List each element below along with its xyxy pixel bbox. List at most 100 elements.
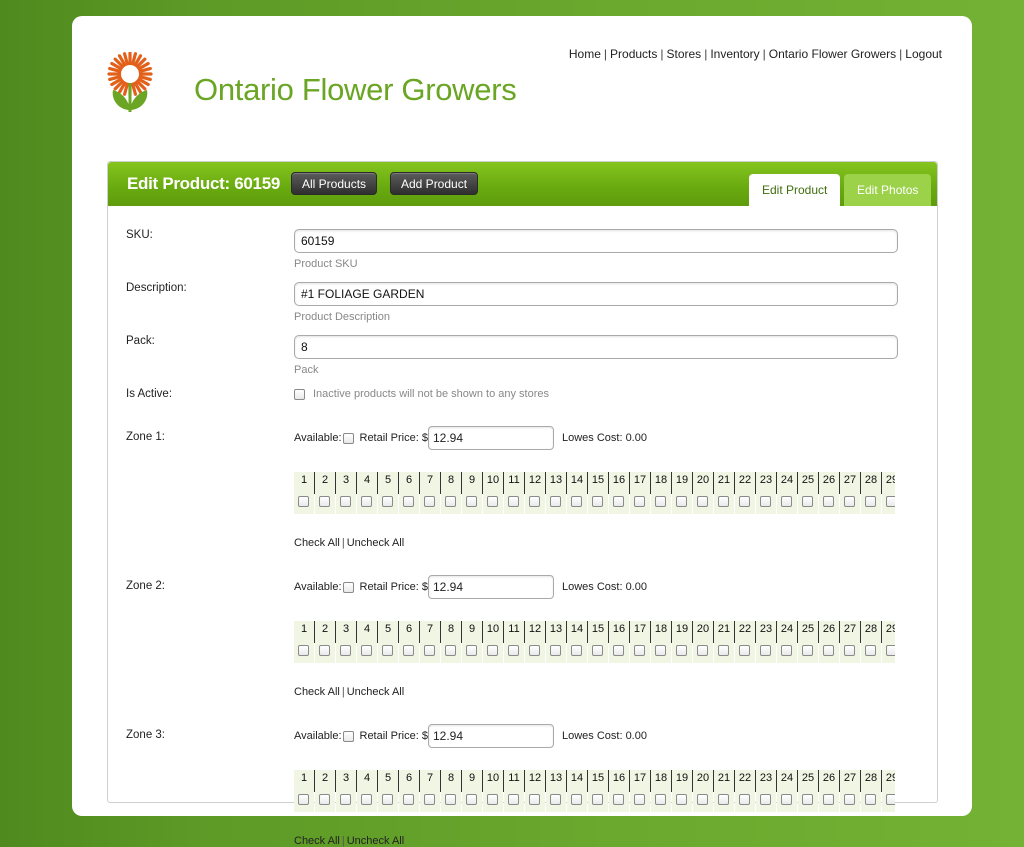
day-checkbox[interactable] [529, 496, 540, 507]
nav-stores[interactable]: Stores [667, 47, 702, 61]
day-checkbox[interactable] [466, 645, 477, 656]
all-products-button[interactable]: All Products [291, 172, 378, 195]
day-checkbox[interactable] [802, 794, 813, 805]
retail-price-input[interactable]: 12.94 [427, 724, 554, 748]
day-checkbox[interactable] [361, 794, 372, 805]
day-checkbox[interactable] [298, 496, 309, 507]
day-checkbox[interactable] [340, 496, 351, 507]
day-checkbox[interactable] [823, 794, 834, 805]
check-all-link[interactable]: Check All [294, 537, 340, 549]
day-checkbox[interactable] [739, 794, 750, 805]
check-all-link[interactable]: Check All [294, 686, 340, 698]
uncheck-all-link[interactable]: Uncheck All [347, 835, 404, 847]
day-checkbox[interactable] [319, 496, 330, 507]
day-checkbox[interactable] [340, 794, 351, 805]
day-checkbox[interactable] [865, 496, 876, 507]
day-checkbox[interactable] [634, 645, 645, 656]
day-checkbox[interactable] [424, 794, 435, 805]
available-checkbox[interactable] [342, 581, 354, 593]
retail-price-input[interactable]: 12.94 [427, 575, 554, 599]
available-checkbox[interactable] [342, 730, 354, 742]
day-checkbox[interactable] [655, 645, 666, 656]
day-checkbox[interactable] [655, 794, 666, 805]
day-checkbox[interactable] [697, 794, 708, 805]
nav-home[interactable]: Home [569, 47, 601, 61]
day-checkbox[interactable] [634, 794, 645, 805]
day-checkbox[interactable] [760, 645, 771, 656]
day-checkbox[interactable] [319, 794, 330, 805]
day-checkbox[interactable] [529, 645, 540, 656]
day-checkbox[interactable] [592, 496, 603, 507]
nav-ontario-flower-growers[interactable]: Ontario Flower Growers [769, 47, 896, 61]
available-checkbox[interactable] [342, 432, 354, 444]
day-checkbox[interactable] [781, 794, 792, 805]
day-checkbox[interactable] [424, 496, 435, 507]
day-checkbox[interactable] [340, 645, 351, 656]
day-checkbox[interactable] [760, 794, 771, 805]
day-checkbox[interactable] [613, 645, 624, 656]
day-checkbox[interactable] [823, 496, 834, 507]
day-checkbox[interactable] [844, 794, 855, 805]
nav-logout[interactable]: Logout [905, 47, 942, 61]
day-checkbox[interactable] [886, 794, 895, 805]
day-checkbox[interactable] [760, 496, 771, 507]
day-checkbox[interactable] [529, 794, 540, 805]
day-checkbox[interactable] [445, 496, 456, 507]
day-checkbox[interactable] [571, 794, 582, 805]
logo[interactable]: Ontario Flower Growers [107, 52, 517, 124]
day-checkbox[interactable] [823, 645, 834, 656]
pack-field[interactable]: 8 [294, 335, 898, 359]
description-field[interactable]: #1 FOLIAGE GARDEN [294, 282, 898, 306]
day-checkbox[interactable] [403, 496, 414, 507]
day-checkbox[interactable] [886, 645, 895, 656]
day-checkbox[interactable] [865, 794, 876, 805]
day-checkbox[interactable] [676, 496, 687, 507]
nav-products[interactable]: Products [610, 47, 657, 61]
day-checkbox[interactable] [571, 645, 582, 656]
day-checkbox[interactable] [718, 496, 729, 507]
day-checkbox[interactable] [676, 794, 687, 805]
day-checkbox[interactable] [781, 496, 792, 507]
day-checkbox[interactable] [592, 794, 603, 805]
day-checkbox[interactable] [886, 496, 895, 507]
day-checkbox[interactable] [781, 645, 792, 656]
day-checkbox[interactable] [487, 794, 498, 805]
day-checkbox[interactable] [382, 645, 393, 656]
day-checkbox[interactable] [865, 645, 876, 656]
day-checkbox[interactable] [697, 496, 708, 507]
day-checkbox[interactable] [571, 496, 582, 507]
day-checkbox[interactable] [613, 496, 624, 507]
day-checkbox[interactable] [634, 496, 645, 507]
day-checkbox[interactable] [613, 794, 624, 805]
day-checkbox[interactable] [697, 645, 708, 656]
day-checkbox[interactable] [676, 645, 687, 656]
day-checkbox[interactable] [424, 645, 435, 656]
day-checkbox[interactable] [466, 794, 477, 805]
day-checkbox[interactable] [718, 645, 729, 656]
retail-price-input[interactable]: 12.94 [427, 426, 554, 450]
day-checkbox[interactable] [319, 645, 330, 656]
day-checkbox[interactable] [298, 794, 309, 805]
nav-inventory[interactable]: Inventory [710, 47, 759, 61]
day-checkbox[interactable] [844, 645, 855, 656]
day-checkbox[interactable] [802, 645, 813, 656]
day-checkbox[interactable] [550, 496, 561, 507]
day-checkbox[interactable] [382, 794, 393, 805]
tab-edit-photos[interactable]: Edit Photos [844, 174, 932, 206]
sku-field[interactable]: 60159 [294, 229, 898, 253]
day-checkbox[interactable] [382, 496, 393, 507]
check-all-link[interactable]: Check All [294, 835, 340, 847]
is-active-checkbox[interactable] [294, 388, 305, 400]
day-checkbox[interactable] [298, 645, 309, 656]
uncheck-all-link[interactable]: Uncheck All [347, 686, 404, 698]
day-checkbox[interactable] [508, 645, 519, 656]
day-checkbox[interactable] [466, 496, 477, 507]
day-checkbox[interactable] [487, 645, 498, 656]
day-checkbox[interactable] [718, 794, 729, 805]
day-checkbox[interactable] [487, 496, 498, 507]
day-checkbox[interactable] [844, 496, 855, 507]
uncheck-all-link[interactable]: Uncheck All [347, 537, 404, 549]
day-checkbox[interactable] [802, 496, 813, 507]
day-checkbox[interactable] [403, 794, 414, 805]
day-checkbox[interactable] [445, 794, 456, 805]
